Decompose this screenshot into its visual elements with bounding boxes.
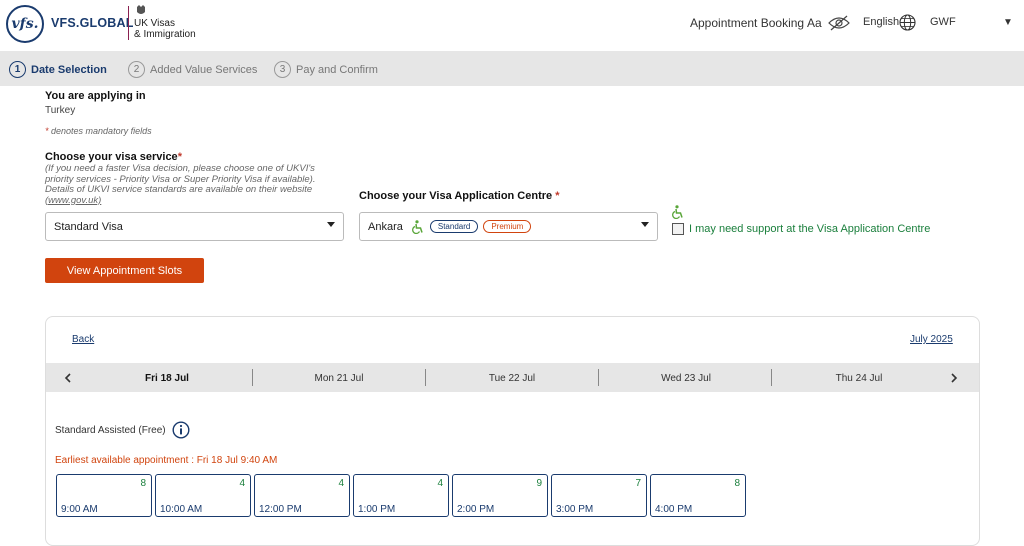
- step-label: Date Selection: [31, 63, 107, 76]
- time-slot[interactable]: 4 10:00 AM: [155, 474, 251, 517]
- centre-label-text: Choose your Visa Application Centre: [359, 190, 553, 202]
- step-label: Added Value Services: [150, 63, 258, 76]
- slot-time: 9:00 AM: [61, 504, 98, 515]
- mandatory-note: * denotes mandatory fields: [45, 126, 152, 136]
- chevron-down-icon: [327, 222, 335, 227]
- slot-time: 3:00 PM: [556, 504, 594, 515]
- header: vfs. VFS.GLOBAL UK Visas & Immigration A…: [0, 0, 1024, 48]
- support-checkbox[interactable]: [672, 223, 684, 235]
- chevron-right-icon[interactable]: [950, 373, 958, 383]
- date-tab[interactable]: Thu 24 Jul: [774, 373, 944, 384]
- time-slot[interactable]: 8 9:00 AM: [56, 474, 152, 517]
- visa-service-help-text: (If you need a faster Visa decision, ple…: [45, 163, 316, 195]
- currency-selector[interactable]: GWF: [930, 16, 956, 28]
- chevron-left-icon[interactable]: [64, 373, 72, 383]
- slot-time: 12:00 PM: [259, 504, 302, 515]
- date-strip: Fri 18 Jul Mon 21 Jul Tue 22 Jul Wed 23 …: [46, 363, 979, 392]
- applying-in-label: You are applying in: [45, 90, 146, 102]
- ukvi-logo-text: UK Visas & Immigration: [134, 18, 196, 40]
- slot-count: 9: [536, 478, 542, 489]
- applying-in-value: Turkey: [45, 105, 76, 116]
- time-slot[interactable]: 4 1:00 PM: [353, 474, 449, 517]
- month-selector[interactable]: July 2025: [910, 334, 953, 345]
- earliest-appointment: Earliest available appointment : Fri 18 …: [55, 455, 278, 466]
- service-type-label: Standard Assisted (Free): [55, 425, 166, 436]
- vfs-logo[interactable]: vfs.: [6, 5, 44, 43]
- wheelchair-icon: [411, 219, 423, 234]
- slot-time: 10:00 AM: [160, 504, 203, 515]
- time-slot[interactable]: 7 3:00 PM: [551, 474, 647, 517]
- ukvi-line2: & Immigration: [134, 29, 196, 40]
- visa-service-value: Standard Visa: [54, 220, 123, 233]
- back-link[interactable]: Back: [72, 334, 94, 345]
- appointment-calendar: Back July 2025 Fri 18 Jul Mon 21 Jul Tue…: [45, 316, 980, 546]
- date-divider: [425, 369, 426, 386]
- slot-time: 1:00 PM: [358, 504, 396, 515]
- vfs-logo-mark: vfs.: [11, 16, 39, 32]
- date-divider: [598, 369, 599, 386]
- date-divider: [771, 369, 772, 386]
- step-added-value-services: 2 Added Value Services: [128, 61, 257, 78]
- date-tab[interactable]: Mon 21 Jul: [254, 373, 424, 384]
- slot-count: 4: [239, 478, 245, 489]
- logo-divider: [128, 6, 129, 40]
- centre-value: Ankara: [368, 220, 403, 233]
- premium-badge: Premium: [483, 220, 532, 233]
- slot-count: 8: [734, 478, 740, 489]
- visa-service-label-text: Choose your visa service: [45, 151, 178, 163]
- chevron-down-icon[interactable]: ▼: [1003, 17, 1013, 28]
- ukvi-line1: UK Visas: [134, 18, 175, 29]
- wheelchair-icon: [672, 205, 683, 219]
- progress-stepper: 1 Date Selection 2 Added Value Services …: [0, 51, 1024, 86]
- ukvi-crest-icon: [137, 5, 145, 14]
- globe-icon[interactable]: [899, 14, 916, 31]
- chevron-down-icon: [641, 222, 649, 227]
- time-slot[interactable]: 4 12:00 PM: [254, 474, 350, 517]
- support-label[interactable]: I may need support at the Visa Applicati…: [689, 223, 930, 235]
- language-selector[interactable]: English: [863, 16, 899, 28]
- centre-select[interactable]: Ankara Standard Premium: [359, 212, 658, 241]
- visa-service-help: (If you need a faster Visa decision, ple…: [45, 163, 335, 206]
- standard-badge: Standard: [429, 220, 479, 233]
- step-number: 2: [128, 61, 145, 78]
- step-number: 3: [274, 61, 291, 78]
- visa-service-select[interactable]: Standard Visa: [45, 212, 344, 241]
- step-pay-and-confirm: 3 Pay and Confirm: [274, 61, 378, 78]
- slot-count: 7: [635, 478, 641, 489]
- view-appointment-slots-button[interactable]: View Appointment Slots: [45, 258, 204, 283]
- required-star: *: [177, 151, 182, 163]
- date-tab[interactable]: Fri 18 Jul: [82, 373, 252, 384]
- slot-count: 8: [140, 478, 146, 489]
- slot-time: 4:00 PM: [655, 504, 693, 515]
- centre-label: Choose your Visa Application Centre *: [359, 190, 560, 202]
- step-label: Pay and Confirm: [296, 63, 378, 76]
- step-date-selection: 1 Date Selection: [9, 61, 107, 78]
- date-tab[interactable]: Tue 22 Jul: [427, 373, 597, 384]
- mandatory-note-text: denotes mandatory fields: [48, 126, 152, 136]
- gov-uk-link[interactable]: (www.gov.uk): [45, 195, 101, 206]
- visa-service-label: Choose your visa service*: [45, 151, 182, 163]
- brand-name: VFS.GLOBAL: [51, 16, 134, 30]
- text-size-button[interactable]: Aa: [807, 16, 822, 30]
- step-number: 1: [9, 61, 26, 78]
- time-slot[interactable]: 9 2:00 PM: [452, 474, 548, 517]
- required-star: *: [555, 190, 560, 202]
- slot-time: 2:00 PM: [457, 504, 495, 515]
- info-icon[interactable]: [172, 421, 190, 439]
- eye-slash-icon[interactable]: [828, 15, 850, 31]
- appointment-booking-link[interactable]: Appointment Booking: [690, 16, 804, 30]
- slot-count: 4: [437, 478, 443, 489]
- slot-count: 4: [338, 478, 344, 489]
- date-tab[interactable]: Wed 23 Jul: [601, 373, 771, 384]
- time-slot[interactable]: 8 4:00 PM: [650, 474, 746, 517]
- date-divider: [252, 369, 253, 386]
